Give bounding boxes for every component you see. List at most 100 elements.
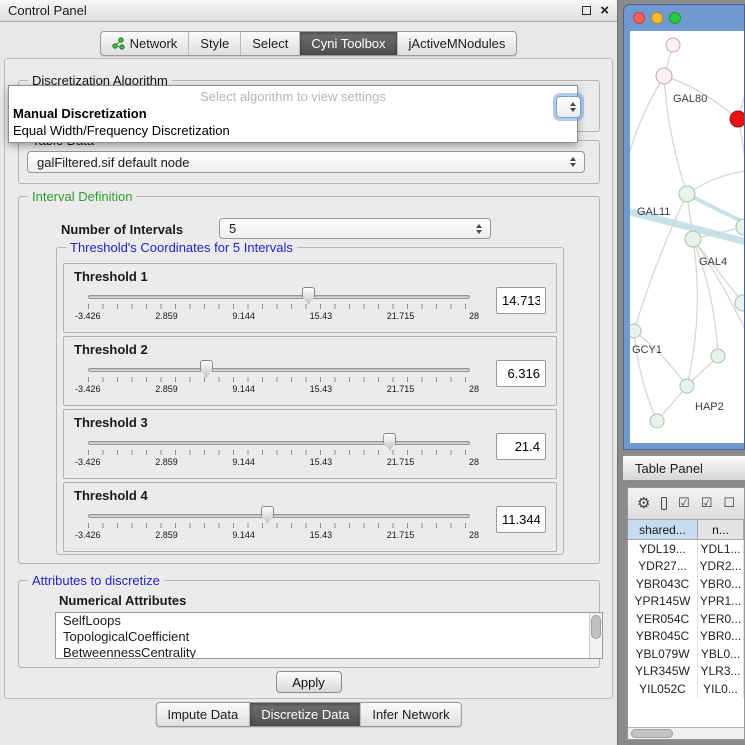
- network-node[interactable]: [736, 219, 744, 235]
- network-edge[interactable]: [630, 76, 664, 151]
- slider-thumb[interactable]: [261, 506, 274, 523]
- network-thick-edge[interactable]: [687, 194, 744, 225]
- network-edge[interactable]: [687, 171, 744, 194]
- threshold-slider[interactable]: -3.4262.8599.14415.4321.71528: [88, 286, 470, 330]
- minimize-light[interactable]: [651, 12, 663, 24]
- tab-cyni-toolbox[interactable]: Cyni Toolbox: [299, 32, 396, 55]
- table-column-header[interactable]: shared...: [628, 520, 698, 539]
- zoom-light[interactable]: [669, 12, 681, 24]
- table-row[interactable]: YBR045CYBR0...: [628, 628, 744, 646]
- float-window-icon[interactable]: [582, 6, 591, 15]
- num-intervals-value: 5: [229, 221, 236, 236]
- table-cell: YPR145W: [628, 593, 698, 611]
- network-node[interactable]: [711, 349, 725, 363]
- network-edge[interactable]: [693, 239, 743, 303]
- network-node[interactable]: [656, 68, 672, 84]
- threshold-slider[interactable]: -3.4262.8599.14415.4321.71528: [88, 505, 470, 549]
- tab-network[interactable]: Network: [101, 32, 189, 55]
- numerical-attribute-item[interactable]: SelfLoops: [56, 613, 602, 629]
- numerical-attribute-item[interactable]: BetweennessCentrality: [56, 645, 602, 659]
- network-edge[interactable]: [693, 239, 744, 331]
- slider-thumb[interactable]: [383, 433, 396, 450]
- tab-style[interactable]: Style: [188, 32, 240, 55]
- numerical-attributes-list[interactable]: SelfLoopsTopologicalCoefficientBetweenne…: [55, 612, 603, 659]
- scale-tick-label: 2.859: [155, 457, 178, 467]
- table-row[interactable]: YDL19...YDL1...: [628, 540, 744, 558]
- scale-tick-label: 21.715: [387, 384, 415, 394]
- network-node[interactable]: [630, 324, 641, 338]
- table-cell: YIL052C: [628, 680, 698, 698]
- table-cell: YIL0...: [698, 680, 744, 698]
- tab-jactivemnodules[interactable]: jActiveMNodules: [397, 32, 517, 55]
- scale-tick-label: 2.859: [155, 311, 178, 321]
- table-row[interactable]: YLR345WYLR3...: [628, 663, 744, 681]
- table-row[interactable]: YPR145WYPR1...: [628, 593, 744, 611]
- table-cell: YBR0...: [698, 575, 744, 593]
- close-light[interactable]: [633, 12, 645, 24]
- slider-scale-labels: -3.4262.8599.14415.4321.71528: [75, 311, 479, 321]
- threshold-box: Threshold 1 -3.4262.8599.14415.4321.71528: [63, 263, 557, 333]
- threshold-value-field[interactable]: [496, 360, 546, 387]
- table-row[interactable]: YER054CYER0...: [628, 610, 744, 628]
- table-row[interactable]: YBR043CYBR0...: [628, 575, 744, 593]
- scale-tick-label: 21.715: [387, 530, 415, 540]
- table-row[interactable]: YIL052CYIL0...: [628, 680, 744, 698]
- group-title-interval-definition: Interval Definition: [28, 189, 136, 204]
- network-node[interactable]: [650, 414, 664, 428]
- threshold-value-field[interactable]: [496, 287, 546, 314]
- tab-discretize-data[interactable]: Discretize Data: [249, 703, 360, 726]
- table-data-group: Table Data galFiltered.sif default node: [18, 140, 600, 184]
- dropdown-option-equal-width-frequency-discretization[interactable]: Equal Width/Frequency Discretization: [9, 122, 577, 139]
- select-check-icon[interactable]: ☑: [701, 497, 713, 510]
- tab-infer-network[interactable]: Infer Network: [360, 703, 460, 726]
- close-icon[interactable]: ×: [600, 5, 609, 16]
- unselect-check-icon[interactable]: ☐: [723, 497, 735, 510]
- tab-select[interactable]: Select: [240, 32, 299, 55]
- threshold-label: Threshold 1: [74, 269, 148, 284]
- table-data-combo-value: galFiltered.sif default node: [37, 155, 189, 170]
- tab-label: jActiveMNodules: [409, 36, 506, 51]
- slider-scale-labels: -3.4262.8599.14415.4321.71528: [75, 530, 479, 540]
- network-edge[interactable]: [687, 239, 697, 386]
- threshold-slider[interactable]: -3.4262.8599.14415.4321.71528: [88, 432, 470, 476]
- table-row[interactable]: YBL079WYBL0...: [628, 645, 744, 663]
- threshold-label: Threshold 2: [74, 342, 148, 357]
- scrollbar-thumb[interactable]: [631, 729, 673, 738]
- network-canvas[interactable]: GAL80GAL11GAL4GCY1HAP2: [630, 31, 744, 443]
- numerical-attribute-item[interactable]: TopologicalCoefficient: [56, 629, 602, 645]
- network-node[interactable]: [685, 231, 701, 247]
- select-all-check-icon[interactable]: ☑: [678, 497, 690, 510]
- apply-button[interactable]: Apply: [276, 671, 342, 693]
- network-node[interactable]: [735, 295, 744, 311]
- window-traffic-lights: [624, 5, 744, 24]
- network-node[interactable]: [666, 38, 680, 52]
- slider-thumb[interactable]: [302, 287, 315, 304]
- table-column-header[interactable]: n...: [698, 520, 744, 539]
- network-node[interactable]: [730, 111, 744, 127]
- threshold-value-field[interactable]: [496, 506, 546, 533]
- tab-label: Discretize Data: [261, 707, 349, 722]
- list-vertical-scrollbar[interactable]: [589, 613, 602, 658]
- tab-impute-data[interactable]: Impute Data: [156, 703, 249, 726]
- table-cell: YBL0...: [698, 645, 744, 663]
- network-node[interactable]: [679, 186, 695, 202]
- settings-gear-icon[interactable]: ⚙: [637, 496, 650, 511]
- scrollbar-thumb[interactable]: [591, 615, 601, 639]
- table-data-combo[interactable]: galFiltered.sif default node: [27, 151, 585, 173]
- scale-tick-label: 21.715: [387, 311, 415, 321]
- columns-icon[interactable]: [661, 497, 667, 510]
- slider-thumb[interactable]: [200, 360, 213, 377]
- num-intervals-combo[interactable]: 5: [219, 218, 491, 239]
- table-cell: YDL19...: [628, 540, 698, 558]
- algorithm-combo[interactable]: [556, 96, 581, 118]
- scale-tick-label: 21.715: [387, 457, 415, 467]
- table-cell: YDR2...: [698, 558, 744, 576]
- table-horizontal-scrollbar[interactable]: [628, 727, 744, 739]
- network-edge[interactable]: [738, 119, 744, 227]
- table-row[interactable]: YDR27...YDR2...: [628, 558, 744, 576]
- dropdown-option-manual-discretization[interactable]: Manual Discretization: [9, 105, 577, 122]
- algorithm-dropdown-popup: Select algorithm to view settings Manual…: [8, 85, 578, 143]
- threshold-value-field[interactable]: [496, 433, 546, 460]
- threshold-slider[interactable]: -3.4262.8599.14415.4321.71528: [88, 359, 470, 403]
- network-node[interactable]: [680, 379, 694, 393]
